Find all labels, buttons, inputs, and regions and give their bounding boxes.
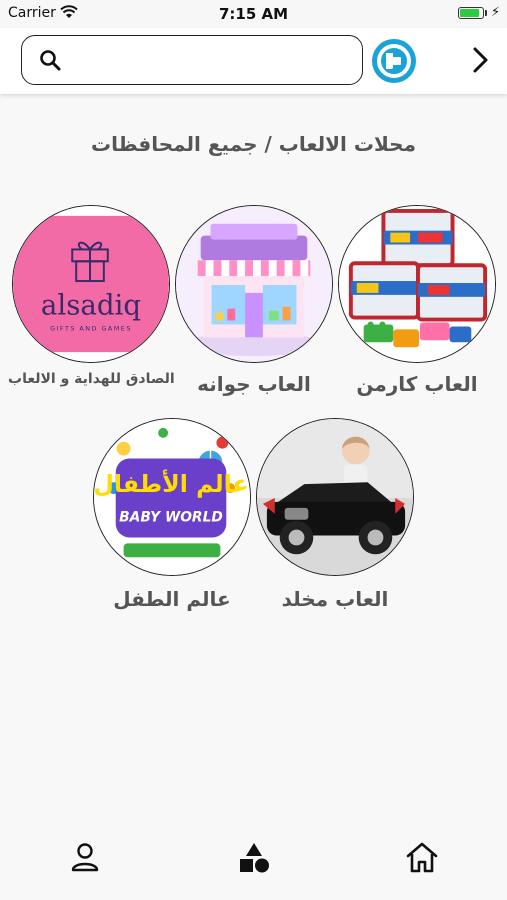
store-label-alsadiq[interactable]: الصادق للهداية و الالعاب [8, 371, 175, 387]
tab-categories[interactable] [234, 838, 274, 878]
store-label-carmen[interactable]: العاب كارمن [338, 372, 496, 396]
store-image-alsadiq[interactable]: alsadiq GIFTS AND GAMES [12, 205, 170, 363]
status-bar: Carrier 7:15 AM ⚡ [0, 0, 507, 28]
search-input[interactable] [74, 44, 348, 76]
toy-buckets-image [339, 206, 495, 362]
bottom-tab-bar [0, 820, 507, 900]
battery-level [460, 9, 479, 17]
home-icon[interactable] [402, 838, 442, 878]
categories-icon[interactable] [234, 838, 274, 878]
app-logo-icon[interactable] [371, 38, 417, 84]
tab-profile[interactable] [65, 838, 105, 878]
clock: 7:15 AM [218, 5, 289, 23]
store-image-jwana[interactable] [175, 205, 333, 363]
store-image-mukhled[interactable] [256, 418, 414, 576]
toy-shop-image [176, 206, 332, 362]
search-box[interactable] [21, 35, 363, 85]
baby-world-logo-image: عالم الأطفال BABY WORLD [94, 419, 250, 575]
battery-tip [485, 10, 487, 16]
alsadiq-logo-image: alsadiq GIFTS AND GAMES [13, 206, 169, 362]
store-label-mukhled[interactable]: العاب مخلد [256, 587, 414, 611]
profile-icon[interactable] [65, 838, 105, 878]
top-bar [0, 28, 507, 94]
alsadiq-logo-tagline: GIFTS AND GAMES [50, 324, 132, 332]
store-label-jwana[interactable]: العاب جوانه [175, 372, 333, 396]
chevron-right-icon[interactable] [468, 44, 492, 76]
baby-world-logo-english: BABY WORLD [119, 510, 223, 526]
tab-home[interactable] [402, 838, 442, 878]
store-image-alam-altifl[interactable]: عالم الأطفال BABY WORLD [93, 418, 251, 576]
search-icon[interactable] [38, 48, 62, 72]
page-title: محلات الالعاب / جميع المحافظات [91, 132, 416, 156]
alsadiq-logo-wordmark: alsadiq [41, 289, 141, 322]
kids-car-image [257, 419, 413, 575]
baby-world-logo-arabic: عالم الأطفال [94, 468, 249, 498]
store-label-alam-altifl[interactable]: عالم الطفل [93, 587, 251, 611]
charging-icon: ⚡ [491, 5, 501, 20]
battery-icon [458, 7, 484, 19]
store-image-carmen[interactable] [338, 205, 496, 363]
